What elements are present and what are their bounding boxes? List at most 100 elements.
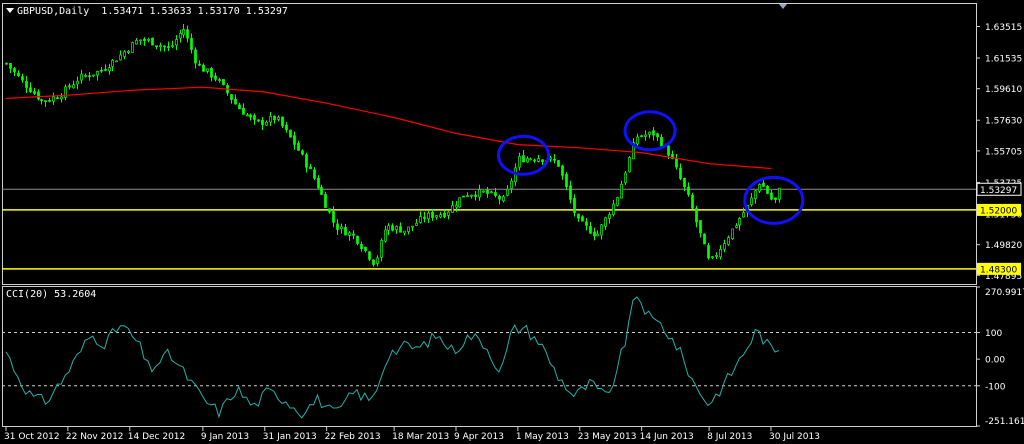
candle-body bbox=[490, 191, 493, 194]
candle-body bbox=[624, 172, 627, 184]
candle-body bbox=[214, 75, 217, 80]
time-tick-label: 30 Jul 2013 bbox=[769, 432, 820, 442]
candle-body bbox=[198, 63, 201, 66]
candle-body bbox=[190, 37, 193, 50]
candle-body bbox=[159, 45, 162, 48]
candle-body bbox=[620, 183, 623, 199]
candle-body bbox=[565, 173, 568, 187]
candle-body bbox=[273, 115, 276, 121]
candle-body bbox=[368, 251, 371, 260]
candle-body bbox=[9, 63, 12, 69]
candle-body bbox=[257, 119, 260, 122]
candle-body bbox=[506, 188, 509, 196]
candle-body bbox=[261, 119, 264, 125]
highlight-circle bbox=[743, 175, 805, 225]
candle-body bbox=[246, 114, 249, 117]
time-tick-label: 22 Nov 2012 bbox=[66, 432, 124, 442]
candle-body bbox=[683, 177, 686, 188]
time-tick-label: 18 Mar 2013 bbox=[392, 432, 449, 442]
candle-body bbox=[667, 145, 670, 156]
candle-body bbox=[557, 160, 560, 167]
time-tick-label: 9 Jan 2013 bbox=[201, 432, 249, 442]
candle-body bbox=[699, 220, 702, 234]
candle-body bbox=[443, 212, 446, 218]
candle-body bbox=[297, 142, 300, 151]
candle-body bbox=[68, 85, 71, 88]
candle-body bbox=[648, 131, 651, 135]
candle-body bbox=[742, 212, 745, 218]
candle-body bbox=[526, 158, 529, 163]
shift-marker-icon bbox=[779, 4, 787, 9]
candle-body bbox=[529, 158, 532, 161]
candle-body bbox=[644, 134, 647, 137]
candle-body bbox=[695, 208, 698, 223]
candle-body bbox=[171, 45, 174, 47]
candle-body bbox=[458, 197, 461, 208]
price-tick-label: 1.59610 bbox=[985, 85, 1022, 95]
candle-body bbox=[427, 212, 430, 220]
candle-body bbox=[585, 221, 588, 226]
candle-body bbox=[127, 51, 130, 53]
main-pane-frame bbox=[2, 3, 977, 285]
candle-body bbox=[25, 81, 28, 88]
candle-body bbox=[593, 231, 596, 237]
candle-body bbox=[281, 116, 284, 127]
price-tick-label: 1.63515 bbox=[985, 23, 1022, 33]
candle-body bbox=[293, 135, 296, 145]
candle-body bbox=[600, 224, 603, 236]
candle-body bbox=[344, 227, 347, 236]
candle-body bbox=[731, 228, 734, 240]
cci-line bbox=[5, 296, 780, 419]
dropdown-triangle-icon[interactable] bbox=[6, 8, 14, 13]
candle-body bbox=[707, 245, 710, 259]
candle-body bbox=[470, 194, 473, 197]
cci-axis: 270.9917 100 0.00 -100 -251.1611 bbox=[976, 286, 1024, 427]
candle-body bbox=[218, 79, 221, 82]
candle-body bbox=[88, 75, 91, 78]
candle-body bbox=[703, 233, 706, 245]
candle-body bbox=[356, 235, 359, 244]
ohlc-values: 1.53471 1.53633 1.53170 1.53297 bbox=[101, 6, 288, 17]
time-tick-label: 31 Oct 2012 bbox=[4, 432, 60, 442]
candle-body bbox=[474, 194, 477, 197]
candle-body bbox=[135, 40, 138, 45]
candle-body bbox=[29, 87, 32, 93]
time-tick-label: 8 Jul 2013 bbox=[707, 432, 752, 442]
candle-body bbox=[301, 150, 304, 155]
candle-body bbox=[435, 215, 438, 218]
moving-average-line bbox=[5, 86, 772, 170]
candle-body bbox=[151, 37, 154, 46]
candle-body bbox=[167, 46, 170, 48]
candle-body bbox=[675, 158, 678, 168]
time-tick-label: 23 May 2013 bbox=[578, 432, 637, 442]
candle-body bbox=[754, 190, 757, 200]
candle-body bbox=[210, 67, 213, 78]
candle-body bbox=[411, 225, 414, 228]
price-tick-label: 1.55705 bbox=[985, 147, 1022, 157]
candle-body bbox=[391, 225, 394, 231]
candle-body bbox=[541, 159, 544, 162]
candle-body bbox=[687, 186, 690, 195]
candle-body bbox=[537, 158, 540, 162]
candle-body bbox=[253, 115, 256, 120]
candle-body bbox=[155, 45, 158, 48]
candle-body bbox=[711, 256, 714, 259]
candle-body bbox=[608, 214, 611, 219]
candle-body bbox=[399, 226, 402, 233]
candle-body bbox=[407, 226, 410, 233]
candle-body bbox=[766, 185, 769, 194]
candle-body bbox=[100, 69, 103, 72]
candle-body bbox=[652, 130, 655, 136]
candle-body bbox=[376, 257, 379, 264]
candle-body bbox=[589, 225, 592, 234]
cci-tick-label: -100 bbox=[985, 382, 1006, 392]
candle-body bbox=[285, 124, 288, 131]
candle-body bbox=[762, 182, 765, 187]
candle-body bbox=[242, 107, 245, 115]
candle-body bbox=[384, 229, 387, 242]
highlight-circle bbox=[623, 110, 677, 152]
candle-body bbox=[502, 196, 505, 202]
candle-body bbox=[313, 169, 316, 179]
cci-tick-label: 0.00 bbox=[985, 356, 1005, 366]
candle-body bbox=[364, 246, 367, 252]
